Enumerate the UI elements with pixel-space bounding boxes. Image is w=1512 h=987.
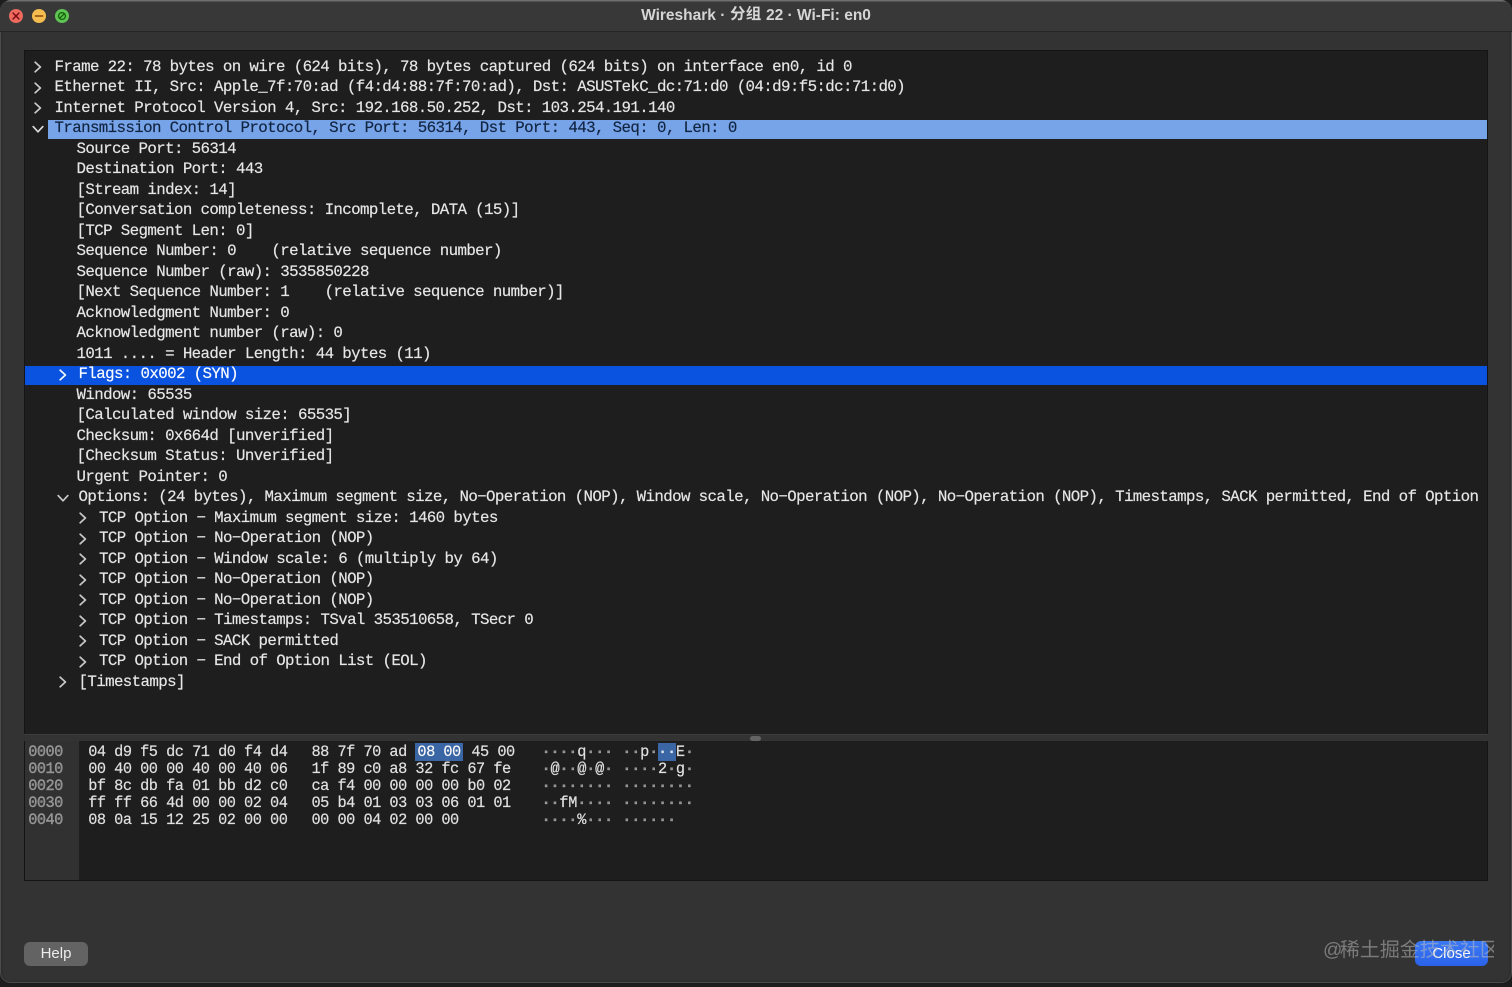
svg-text:@: @ (1323, 940, 1342, 961)
